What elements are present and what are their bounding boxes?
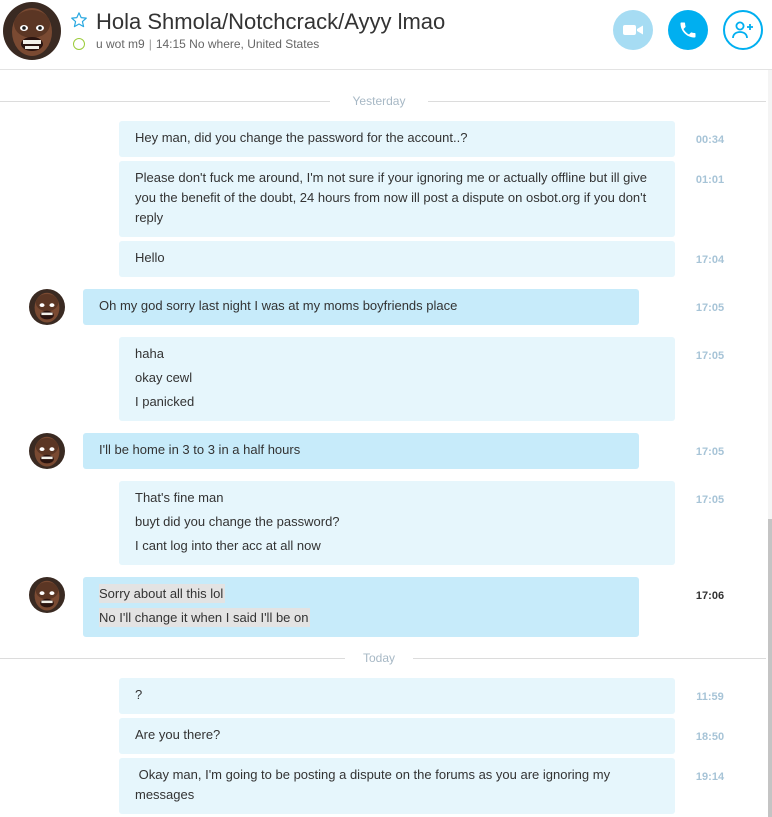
online-status-icon (73, 38, 85, 50)
day-label: Yesterday (352, 94, 406, 108)
message-bubble-sent[interactable]: Hey man, did you change the password for… (119, 121, 675, 157)
message-bubble-sent[interactable]: haha okay cewl I panicked (119, 337, 675, 421)
message-text: Hey man, did you change the password for… (135, 130, 468, 145)
sender-avatar[interactable] (29, 433, 65, 469)
message-timestamp: 17:04 (695, 254, 725, 266)
phone-icon (680, 22, 696, 38)
subline-separator: | (148, 37, 152, 51)
message-text: I cant log into ther acc at all now (135, 538, 321, 553)
sender-avatar[interactable] (29, 289, 65, 325)
message-bubble-received[interactable]: I'll be home in 3 to 3 in a half hours (83, 433, 639, 469)
message-text: Sorry about all this lol (99, 584, 226, 603)
message-bubble-received[interactable]: Oh my god sorry last night I was at my m… (83, 289, 639, 325)
conversation-header: Hola Shmola/Notchcrack/Ayyy lmao u wot m… (0, 0, 772, 70)
message-timestamp: 11:59 (696, 691, 724, 703)
message-timestamp: 00:34 (695, 134, 725, 146)
day-separator-today: Today (0, 649, 766, 669)
message-text: No I'll change it when I said I'll be on (99, 608, 311, 627)
contact-avatar[interactable] (3, 2, 61, 60)
message-text: Are you there? (135, 727, 221, 742)
message-bubble-sent[interactable]: Okay man, I'm going to be posting a disp… (119, 758, 675, 814)
scrollbar-thumb[interactable] (768, 519, 772, 817)
message-timestamp: 19:14 (695, 771, 725, 783)
message-timestamp: 17:06 (695, 590, 725, 602)
message-text: okay cewl (135, 370, 193, 385)
message-timestamp: 17:05 (695, 494, 725, 506)
message-text: Hello (135, 250, 165, 265)
message-bubble-sent[interactable]: ? (119, 678, 675, 714)
message-bubble-sent[interactable]: Are you there? (119, 718, 675, 754)
message-text: Oh my god sorry last night I was at my m… (99, 298, 458, 313)
contact-name: Hola Shmola/Notchcrack/Ayyy lmao (96, 9, 446, 34)
add-participant-button[interactable] (723, 10, 763, 50)
message-text: haha (135, 346, 164, 361)
add-contact-icon (732, 21, 753, 39)
message-text: That's fine man (135, 490, 224, 505)
day-separator-yesterday: Yesterday (0, 92, 766, 112)
sender-avatar[interactable] (29, 577, 65, 613)
local-time-location: 14:15 No where, United States (155, 37, 320, 51)
message-text: ? (135, 687, 143, 702)
message-text: Okay man, I'm going to be posting a disp… (135, 767, 614, 802)
mood-message: u wot m9 (96, 37, 145, 51)
message-text: Please don't fuck me around, I'm not sur… (135, 170, 647, 225)
message-bubble-sent[interactable]: Please don't fuck me around, I'm not sur… (119, 161, 675, 237)
message-timestamp: 01:01 (695, 174, 725, 186)
audio-call-button[interactable] (668, 10, 708, 50)
message-timestamp: 18:50 (695, 731, 725, 743)
message-timestamp: 17:05 (695, 446, 725, 458)
video-camera-icon (623, 25, 643, 35)
message-bubble-received[interactable]: Sorry about all this lol No I'll change … (83, 577, 639, 637)
message-timestamp: 17:05 (695, 350, 725, 362)
message-text: I panicked (135, 394, 195, 409)
message-text: I'll be home in 3 to 3 in a half hours (99, 442, 301, 457)
message-bubble-sent[interactable]: Hello (119, 241, 675, 277)
video-call-button[interactable] (613, 10, 653, 50)
message-timestamp: 17:05 (695, 302, 725, 314)
message-bubble-sent[interactable]: That's fine man buyt did you change the … (119, 481, 675, 565)
contact-subline: u wot m9 | 14:15 No where, United States (96, 37, 319, 51)
star-outline-icon[interactable] (70, 11, 88, 29)
message-text: buyt did you change the password? (135, 514, 340, 529)
